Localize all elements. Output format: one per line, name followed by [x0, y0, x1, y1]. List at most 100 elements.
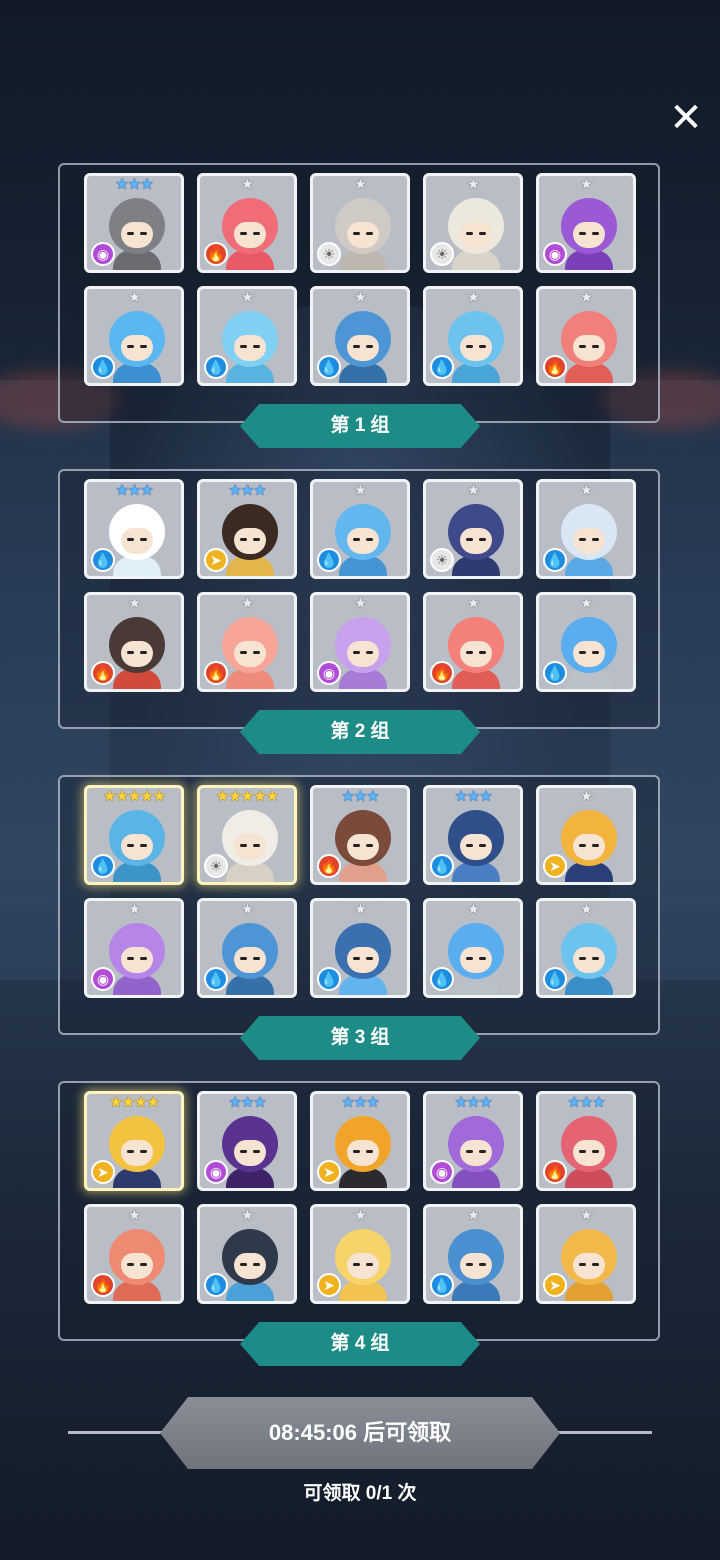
hero-card[interactable]: ★ ☀ — [310, 173, 410, 273]
hero-face — [573, 1253, 605, 1279]
fire-element-icon: 🔥 — [206, 244, 226, 264]
hero-card[interactable]: ★ ➤ — [310, 1204, 410, 1304]
hero-grid: ★★★★★ 💧 ★★★★★ ☀ ★★★ 🔥 ★★★ 💧 ★ ➤ ★ ◉ ★ 💧 ★ 💧 ★ 💧 ★ 💧 — [84, 785, 636, 998]
wind-element-icon: ➤ — [206, 550, 226, 570]
hero-card[interactable]: ★★★ ➤ — [197, 479, 297, 579]
hero-face — [121, 947, 153, 973]
group-label-text: 第 1 组 — [330, 415, 390, 436]
eye-icon — [127, 1150, 134, 1153]
hero-card[interactable]: ★ 💧 — [197, 898, 297, 998]
dark-element-icon: ◉ — [93, 969, 113, 989]
hero-card[interactable]: ★ 💧 — [536, 898, 636, 998]
wind-element-icon: ➤ — [545, 856, 565, 876]
eye-icon — [366, 345, 373, 348]
hero-card[interactable]: ★ 💧 — [423, 898, 523, 998]
hero-grid: ★★★ 💧 ★★★ ➤ ★ 💧 ★ ☀ ★ 💧 ★ 🔥 ★ 🔥 ★ ◉ ★ 🔥 ★ 💧 — [84, 479, 636, 692]
wind-element-icon: ➤ — [319, 1275, 339, 1295]
star-rating: ★★★ — [228, 482, 266, 499]
water-element-icon: 💧 — [432, 969, 452, 989]
hero-card[interactable]: ★★★ 🔥 — [536, 1091, 636, 1191]
eye-icon — [466, 844, 473, 847]
hero-card[interactable]: ★★★ ◉ — [197, 1091, 297, 1191]
fire-element-icon: 🔥 — [206, 663, 226, 683]
hero-card[interactable]: ★ 🔥 — [197, 173, 297, 273]
hero-card[interactable]: ★ 🔥 — [84, 592, 184, 692]
hero-card[interactable]: ★ 💧 — [423, 1204, 523, 1304]
star-rating: ★ — [127, 1207, 141, 1224]
hero-card[interactable]: ★ 💧 — [310, 479, 410, 579]
water-element-icon: 💧 — [206, 1275, 226, 1295]
hero-card[interactable]: ★ 💧 — [197, 1204, 297, 1304]
hero-card[interactable]: ★ 💧 — [536, 479, 636, 579]
wind-element-icon: ➤ — [93, 1162, 113, 1182]
eye-icon — [253, 1263, 260, 1266]
eye-icon — [353, 844, 360, 847]
claim-button[interactable]: 08:45:06 后可领取 — [160, 1397, 560, 1469]
eye-icon — [240, 538, 247, 541]
group-label-3: 第 3 组 — [240, 1016, 480, 1060]
hero-card[interactable]: ★ 💧 — [536, 592, 636, 692]
eye-icon — [353, 232, 360, 235]
hero-card[interactable]: ★ 💧 — [310, 898, 410, 998]
hero-card[interactable]: ★★★ ◉ — [84, 173, 184, 273]
hero-card[interactable]: ★★★★ ➤ — [84, 1091, 184, 1191]
eye-icon — [579, 957, 586, 960]
eye-icon — [127, 232, 134, 235]
hero-card[interactable]: ★ 🔥 — [536, 286, 636, 386]
star-rating: ★ — [353, 482, 367, 499]
hero-card[interactable]: ★★★ 💧 — [423, 785, 523, 885]
hero-face — [347, 1140, 379, 1166]
eye-icon — [353, 1150, 360, 1153]
hero-face — [460, 222, 492, 248]
star-rating: ★ — [127, 289, 141, 306]
eye-icon — [127, 345, 134, 348]
hero-card[interactable]: ★★★ ➤ — [310, 1091, 410, 1191]
hero-card[interactable]: ★ 💧 — [84, 286, 184, 386]
hero-face — [347, 335, 379, 361]
hero-card[interactable]: ★ 💧 — [197, 286, 297, 386]
group-label-text: 第 4 组 — [330, 1333, 390, 1354]
hero-card[interactable]: ★★★★★ 💧 — [84, 785, 184, 885]
hero-card[interactable]: ★ 💧 — [423, 286, 523, 386]
hero-card[interactable]: ★★★★★ ☀ — [197, 785, 297, 885]
hero-card[interactable]: ★ 🔥 — [197, 592, 297, 692]
hero-face — [573, 335, 605, 361]
eye-icon — [240, 651, 247, 654]
hero-card[interactable]: ★ ➤ — [536, 785, 636, 885]
eye-icon — [479, 1263, 486, 1266]
eye-icon — [579, 844, 586, 847]
eye-icon — [579, 345, 586, 348]
eye-icon — [466, 1150, 473, 1153]
hero-face — [121, 641, 153, 667]
hero-card[interactable]: ★ ◉ — [536, 173, 636, 273]
hero-card[interactable]: ★★★ 🔥 — [310, 785, 410, 885]
star-rating: ★ — [353, 595, 367, 612]
hero-card[interactable]: ★ 💧 — [310, 286, 410, 386]
hero-card[interactable]: ★★★ ◉ — [423, 1091, 523, 1191]
water-element-icon: 💧 — [319, 357, 339, 377]
eye-icon — [353, 651, 360, 654]
dark-element-icon: ◉ — [93, 244, 113, 264]
hero-card[interactable]: ★ ☀ — [423, 479, 523, 579]
hero-face — [121, 1253, 153, 1279]
hero-card[interactable]: ★ 🔥 — [423, 592, 523, 692]
hero-card[interactable]: ★ ☀ — [423, 173, 523, 273]
star-rating: ★ — [240, 595, 254, 612]
eye-icon — [253, 345, 260, 348]
hero-card[interactable]: ★ 🔥 — [84, 1204, 184, 1304]
eye-icon — [353, 345, 360, 348]
hero-card[interactable]: ★ ◉ — [310, 592, 410, 692]
hero-card[interactable]: ★ ➤ — [536, 1204, 636, 1304]
hero-face — [460, 335, 492, 361]
hero-face — [573, 222, 605, 248]
hero-card[interactable]: ★ ◉ — [84, 898, 184, 998]
eye-icon — [366, 651, 373, 654]
hero-face — [573, 947, 605, 973]
hero-grid: ★★★ ◉ ★ 🔥 ★ ☀ ★ ☀ ★ ◉ ★ 💧 ★ 💧 ★ 💧 ★ 💧 ★ 🔥 — [84, 173, 636, 386]
star-rating: ★ — [466, 176, 480, 193]
hero-face — [460, 641, 492, 667]
hero-card[interactable]: ★★★ 💧 — [84, 479, 184, 579]
close-button[interactable]: ✕ — [664, 96, 708, 140]
eye-icon — [140, 1150, 147, 1153]
hero-face — [121, 335, 153, 361]
